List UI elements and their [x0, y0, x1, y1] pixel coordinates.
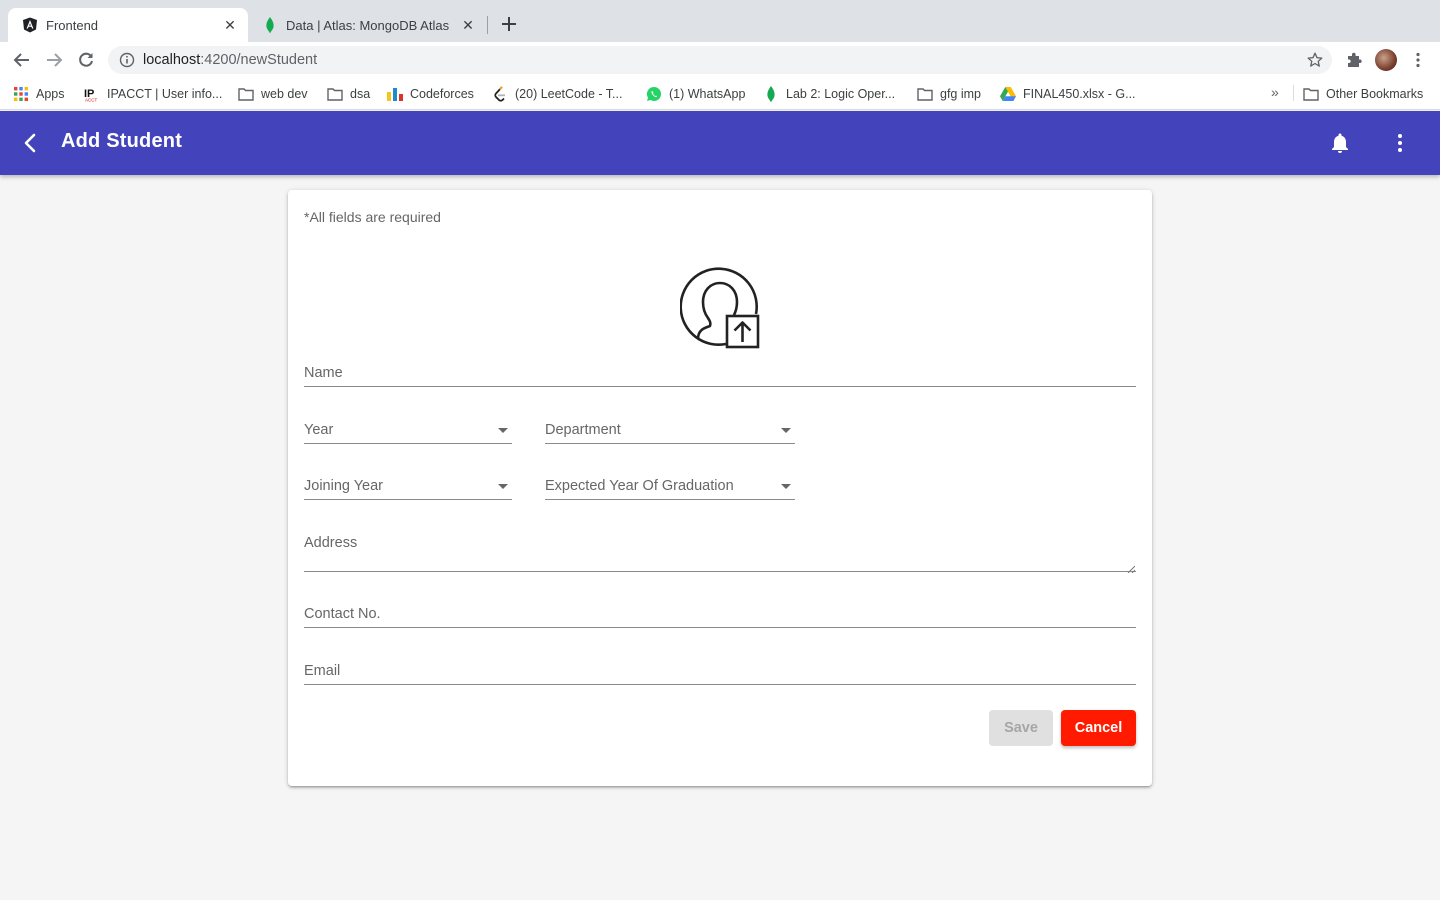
bookmark-label: web dev	[261, 87, 308, 101]
year-select[interactable]: Year	[304, 419, 512, 444]
folder-icon	[238, 86, 254, 102]
tab-mongodb-atlas[interactable]: Data | Atlas: MongoDB Atlas ✕	[248, 8, 486, 42]
browser-tab-strip: Frontend ✕ Data | Atlas: MongoDB Atlas ✕	[0, 0, 1440, 42]
page-title: Add Student	[61, 130, 183, 152]
svg-text:ACCT: ACCT	[85, 98, 98, 103]
tab-frontend[interactable]: Frontend ✕	[8, 8, 248, 42]
tab-close-icon[interactable]: ✕	[222, 17, 238, 33]
required-note: *All fields are required	[304, 209, 441, 225]
site-info-icon[interactable]	[119, 52, 135, 68]
bookmark-label: (20) LeetCode - T...	[515, 87, 623, 101]
bookmarks-divider	[1293, 85, 1294, 101]
bookmark-gfg-imp[interactable]: gfg imp	[917, 85, 981, 103]
forward-arrow-icon[interactable]	[44, 50, 64, 70]
name-label: Name	[304, 365, 343, 381]
dropdown-arrow-icon	[498, 428, 508, 433]
back-chevron-icon[interactable]	[18, 131, 42, 155]
cancel-button[interactable]: Cancel	[1061, 710, 1136, 746]
graduation-label: Expected Year Of Graduation	[545, 478, 734, 494]
bookmark-whatsapp[interactable]: (1) WhatsApp	[646, 85, 745, 103]
bookmark-lab2[interactable]: Lab 2: Logic Oper...	[763, 85, 895, 103]
bookmark-final450[interactable]: FINAL450.xlsx - G...	[1000, 85, 1136, 103]
bookmark-web-dev[interactable]: web dev	[238, 85, 308, 103]
contact-field[interactable]: Contact No.	[304, 603, 1136, 628]
graduation-year-select[interactable]: Expected Year Of Graduation	[545, 475, 795, 500]
address-label: Address	[304, 535, 358, 551]
bookmark-label: Codeforces	[410, 87, 474, 101]
bookmark-codeforces[interactable]: Codeforces	[387, 85, 474, 103]
bookmarks-overflow-chevron[interactable]: »	[1271, 84, 1279, 100]
name-field[interactable]: Name	[304, 362, 1136, 387]
dropdown-arrow-icon	[781, 428, 791, 433]
dropdown-arrow-icon	[498, 484, 508, 489]
url-host: localhost	[143, 52, 201, 68]
tab-title: Data | Atlas: MongoDB Atlas	[286, 17, 450, 33]
ipacct-icon: IP ACCT	[84, 86, 100, 102]
bookmark-ipacct[interactable]: IP ACCT IPACCT | User info...	[84, 85, 222, 103]
mongodb-leaf-icon	[262, 17, 278, 33]
email-label: Email	[304, 663, 341, 679]
bookmark-label: gfg imp	[940, 87, 981, 101]
new-tab-plus-icon[interactable]	[498, 13, 520, 35]
tab-title: Frontend	[46, 17, 99, 33]
browser-menu-icon[interactable]	[1412, 52, 1424, 68]
reload-icon[interactable]	[76, 50, 96, 70]
profile-avatar[interactable]	[1375, 49, 1397, 71]
bookmark-star-icon[interactable]	[1307, 52, 1323, 68]
codeforces-icon	[387, 86, 403, 102]
department-select[interactable]: Department	[545, 419, 795, 444]
upload-avatar-icon[interactable]	[679, 266, 762, 350]
folder-icon	[1303, 86, 1319, 102]
bookmark-dsa[interactable]: dsa	[327, 85, 370, 103]
tab-close-icon[interactable]: ✕	[460, 17, 476, 33]
tab-divider	[487, 16, 488, 34]
more-vert-icon[interactable]	[1388, 131, 1412, 155]
bookmark-label: dsa	[350, 87, 371, 101]
bookmark-label: Other Bookmarks	[1326, 87, 1424, 101]
bookmarks-bar: Apps IP ACCT IPACCT | User info... web de…	[0, 78, 1440, 110]
resize-handle-icon[interactable]	[1127, 560, 1136, 574]
bookmark-label: IPACCT | User info...	[107, 87, 223, 101]
bookmark-label: Lab 2: Logic Oper...	[786, 87, 896, 101]
joining-year-label: Joining Year	[304, 478, 384, 494]
google-drive-icon	[1000, 86, 1016, 102]
whatsapp-icon	[646, 86, 662, 102]
url-path: :4200/newStudent	[200, 52, 318, 68]
email-field[interactable]: Email	[304, 660, 1136, 685]
folder-icon	[327, 86, 343, 102]
back-arrow-icon[interactable]	[12, 50, 32, 70]
app-toolbar: Add Student	[0, 111, 1440, 175]
bookmark-other-bookmarks[interactable]: Other Bookmarks	[1303, 85, 1423, 103]
address-textarea[interactable]: Address	[304, 532, 1136, 574]
contact-label: Contact No.	[304, 606, 381, 622]
joining-year-select[interactable]: Joining Year	[304, 475, 512, 500]
bookmark-label: (1) WhatsApp	[669, 87, 746, 101]
browser-toolbar: localhost:4200/newStudent	[0, 42, 1440, 78]
notification-bell-icon[interactable]	[1328, 131, 1352, 155]
apps-grid-icon	[13, 86, 29, 102]
mongodb-leaf-icon	[763, 86, 779, 102]
leetcode-icon	[492, 86, 508, 102]
address-bar[interactable]: localhost:4200/newStudent	[108, 46, 1332, 74]
folder-icon	[917, 86, 933, 102]
department-label: Department	[545, 422, 621, 438]
add-student-card: *All fields are required Name Year Depar…	[288, 190, 1152, 786]
bookmark-apps[interactable]: Apps	[13, 85, 65, 103]
year-label: Year	[304, 422, 334, 438]
bookmark-label: Apps	[36, 87, 65, 101]
angular-icon	[22, 17, 38, 33]
save-button[interactable]: Save	[989, 710, 1053, 746]
bookmark-leetcode[interactable]: (20) LeetCode - T...	[492, 85, 622, 103]
bookmark-label: FINAL450.xlsx - G...	[1023, 87, 1136, 101]
dropdown-arrow-icon	[781, 484, 791, 489]
extensions-puzzle-icon[interactable]	[1345, 51, 1363, 69]
